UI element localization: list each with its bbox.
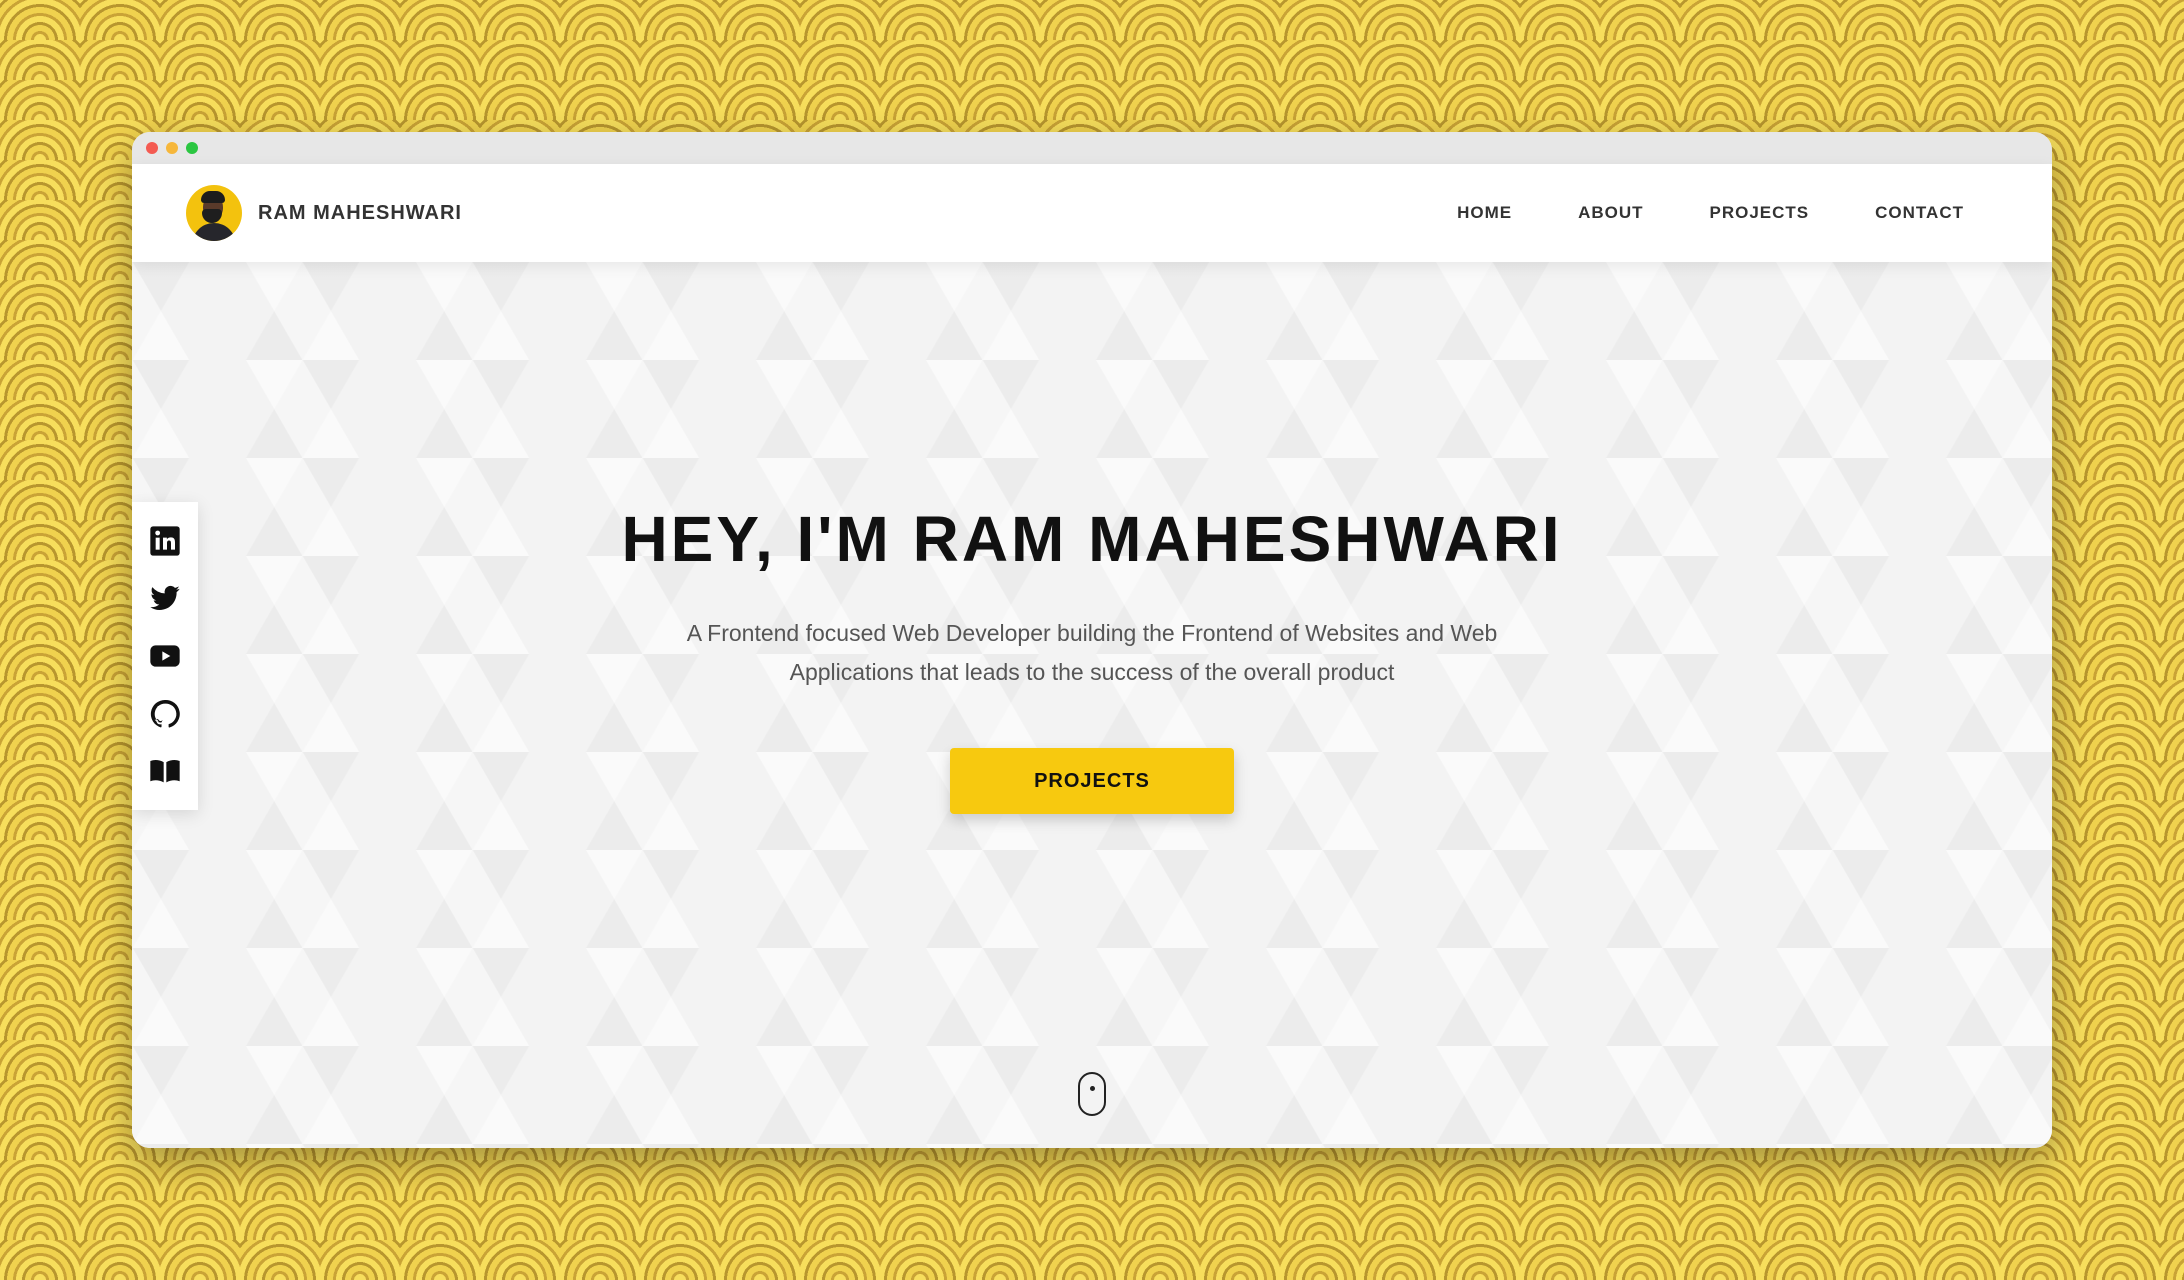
- twitter-icon[interactable]: [149, 582, 181, 614]
- nav-link-about[interactable]: ABOUT: [1578, 203, 1643, 223]
- brand-name[interactable]: RAM MAHESHWARI: [258, 202, 462, 225]
- main-nav: HOME ABOUT PROJECTS CONTACT: [1457, 203, 1964, 223]
- social-links-sidebar: [132, 502, 198, 810]
- hero-description: A Frontend focused Web Developer buildin…: [686, 620, 1498, 685]
- site-header: RAM MAHESHWARI HOME ABOUT PROJECTS CONTA…: [132, 164, 2052, 262]
- github-icon[interactable]: [149, 698, 181, 730]
- brand[interactable]: RAM MAHESHWARI: [186, 185, 462, 241]
- minimize-window-button[interactable]: [166, 142, 178, 154]
- avatar: [186, 185, 242, 241]
- hero-title: HEY, I'M RAM MAHESHWARI: [621, 503, 1563, 575]
- youtube-icon[interactable]: [149, 640, 181, 672]
- projects-button[interactable]: PROJECTS: [950, 748, 1234, 814]
- browser-window: RAM MAHESHWARI HOME ABOUT PROJECTS CONTA…: [132, 132, 2052, 1148]
- scroll-down-mouse-icon[interactable]: [1078, 1072, 1106, 1116]
- book-icon[interactable]: [149, 755, 181, 787]
- window-titlebar: [132, 132, 2052, 164]
- close-window-button[interactable]: [146, 142, 158, 154]
- linkedin-icon[interactable]: [149, 525, 181, 557]
- maximize-window-button[interactable]: [186, 142, 198, 154]
- hero-section: HEY, I'M RAM MAHESHWARI A Frontend focus…: [132, 262, 2052, 1148]
- nav-link-projects[interactable]: PROJECTS: [1710, 203, 1810, 223]
- nav-link-contact[interactable]: CONTACT: [1875, 203, 1964, 223]
- nav-link-home[interactable]: HOME: [1457, 203, 1512, 223]
